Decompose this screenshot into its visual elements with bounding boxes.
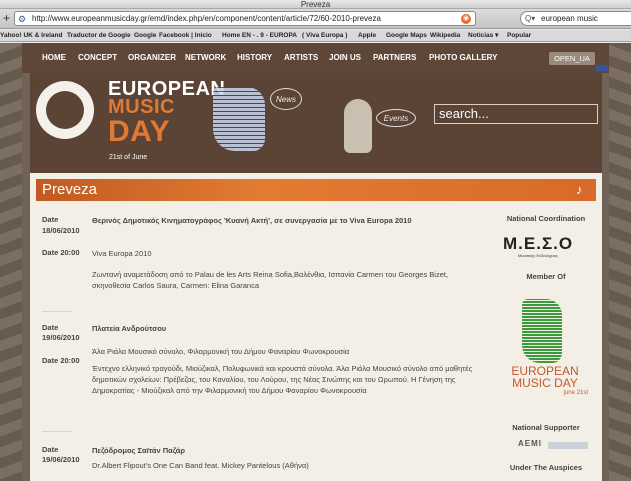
meso-logo[interactable]: Μ.Ε.Σ.Ο Μουσικής Ενδελέχειας (503, 235, 573, 261)
event-description: Έντεχνο ελληνικό τραγούδι, Μιούζικαλ, Πο… (92, 364, 473, 395)
event-time: Date 20:00 (42, 356, 80, 365)
event-date: 19/06/2010 (42, 455, 80, 464)
nav-item-photo-gallery[interactable]: PHOTO GALLERY (429, 43, 497, 73)
european-music-day-logo[interactable]: EUROPEAN MUSIC DAY june 21st (502, 293, 588, 433)
browser-search-field[interactable]: Q▾ european music (520, 11, 631, 26)
bookmark-item[interactable]: Home EN - . 9 - EUROPA (222, 30, 297, 41)
nav-item-artists[interactable]: ARTISTS (284, 43, 318, 73)
event-date: 19/06/2010 (42, 333, 80, 342)
bookmark-item[interactable]: Noticias ▾ (468, 30, 498, 41)
site-header: EUROPEAN MUSIC DAY 21st of June News Eve… (30, 73, 602, 173)
events-link[interactable]: Events (376, 109, 416, 127)
nav-item-join-us[interactable]: JOIN US (329, 43, 361, 73)
rss-icon[interactable]: ◉ (461, 14, 471, 24)
bookmark-item[interactable]: Popular (507, 30, 531, 41)
eu-flag-icon[interactable] (596, 65, 608, 71)
background-pattern (609, 43, 631, 481)
nav-item-concept[interactable]: CONCEPT (78, 43, 117, 73)
site-navbar: HOME CONCEPT ORGANIZER NETWORK HISTORY A… (22, 43, 609, 73)
event-date: 18/06/2010 (42, 226, 80, 235)
event-time: Date 20:00 (42, 248, 80, 257)
bookmark-item[interactable]: Traductor de Google (67, 30, 131, 41)
divider (42, 311, 72, 312)
member-of-heading: Member Of (526, 272, 566, 281)
bookmark-item[interactable]: Facebook | Inicio (159, 30, 212, 41)
url-text[interactable]: http://www.europeanmusicday.gr/emd/index… (32, 12, 381, 26)
emd-logo-line2: MUSIC DAY (512, 376, 578, 390)
divider (42, 431, 72, 432)
logo-subtitle: 21st of June (109, 154, 148, 161)
logo-title-line3: DAY (108, 115, 171, 148)
open-ua-button[interactable]: OPEN_UA (549, 52, 595, 65)
background-pattern (0, 43, 22, 481)
nav-item-partners[interactable]: PARTNERS (373, 43, 416, 73)
national-supporter-heading: National Supporter (512, 423, 580, 432)
browser-search-text[interactable]: european music (541, 12, 598, 26)
search-icon[interactable]: Q▾ (525, 12, 535, 26)
event-date-label: Date (42, 445, 59, 454)
event-title[interactable]: Πλατεία Ανδρούτσου (92, 323, 166, 334)
nav-item-history[interactable]: HISTORY (237, 43, 272, 73)
logo-title-line2: MUSIC (108, 96, 175, 118)
national-coordination-heading: National Coordination (506, 214, 586, 223)
event-date-label: Date (42, 215, 59, 224)
nav-item-organizer[interactable]: ORGANIZER (128, 43, 176, 73)
event-description: Ζωντανή αναμετάδοση από το Palau de les … (92, 270, 449, 290)
window-title: Preveza (300, 0, 331, 9)
aemi-logo-banner (548, 442, 588, 449)
favicon-icon: ⚙ (18, 14, 27, 24)
page-title-band: Preveza ♪ (36, 179, 596, 201)
event-title[interactable]: Πεζόδρομος Σαϊτάν Παζάρ (92, 445, 185, 456)
meso-logo-subtext: Μουσικής Ενδελέχειας (518, 253, 558, 258)
event-title[interactable]: Θερινός Δημοτικός Κινηματογράφος 'Κυανή … (92, 215, 487, 226)
guitarist-figure-icon (344, 99, 372, 153)
page-title: Preveza (42, 181, 98, 198)
nav-item-home[interactable]: HOME (42, 43, 66, 73)
emd-logo-icon[interactable] (36, 81, 94, 139)
bookmark-item[interactable]: ( Viva Europa ) (302, 30, 347, 41)
guitar-icon: ♪ (576, 182, 583, 197)
emd-logo-date: june 21st (563, 390, 588, 396)
under-the-auspices-heading: Under The Auspices (509, 463, 583, 472)
site-search-input[interactable]: search... (434, 104, 598, 124)
europe-map-icon (522, 299, 562, 363)
bookmark-item[interactable]: Apple (358, 30, 376, 41)
window-titlebar: Preveza (0, 0, 631, 9)
bookmark-item[interactable]: Google (134, 30, 156, 41)
nav-item-network[interactable]: NETWORK (185, 43, 226, 73)
aemi-logo[interactable]: AEMI (518, 439, 542, 448)
add-tab-icon[interactable]: + (3, 11, 10, 25)
bookmark-item[interactable]: Yahoo! UK & Ireland (0, 30, 62, 41)
address-bar[interactable]: ⚙ http://www.europeanmusicday.gr/emd/ind… (14, 11, 476, 26)
event-venue: Άλα Ριάλα Μουσικό σύνολο, Φιλαρμονική το… (92, 347, 350, 356)
web-page: HOME CONCEPT ORGANIZER NETWORK HISTORY A… (0, 43, 631, 481)
event-date-label: Date (42, 323, 59, 332)
browser-toolbar: + ⚙ http://www.europeanmusicday.gr/emd/i… (0, 9, 631, 29)
meso-logo-text: Μ.Ε.Σ.Ο (503, 234, 574, 253)
event-venue: Viva Europa 2010 (92, 249, 152, 258)
main-content: Preveza ♪ Date 18/06/2010 Θερινός Δημοτι… (30, 173, 602, 481)
news-link[interactable]: News (270, 88, 302, 110)
event-venue: Dr.Albert Flipout's One Can Band feat. M… (92, 461, 309, 470)
bookmark-item[interactable]: Google Maps (386, 30, 427, 41)
bookmark-item[interactable]: Wikipedia (430, 30, 460, 41)
bookmarks-bar: Yahoo! UK & Ireland Traductor de Google … (0, 30, 631, 42)
europe-map-icon (213, 87, 265, 151)
